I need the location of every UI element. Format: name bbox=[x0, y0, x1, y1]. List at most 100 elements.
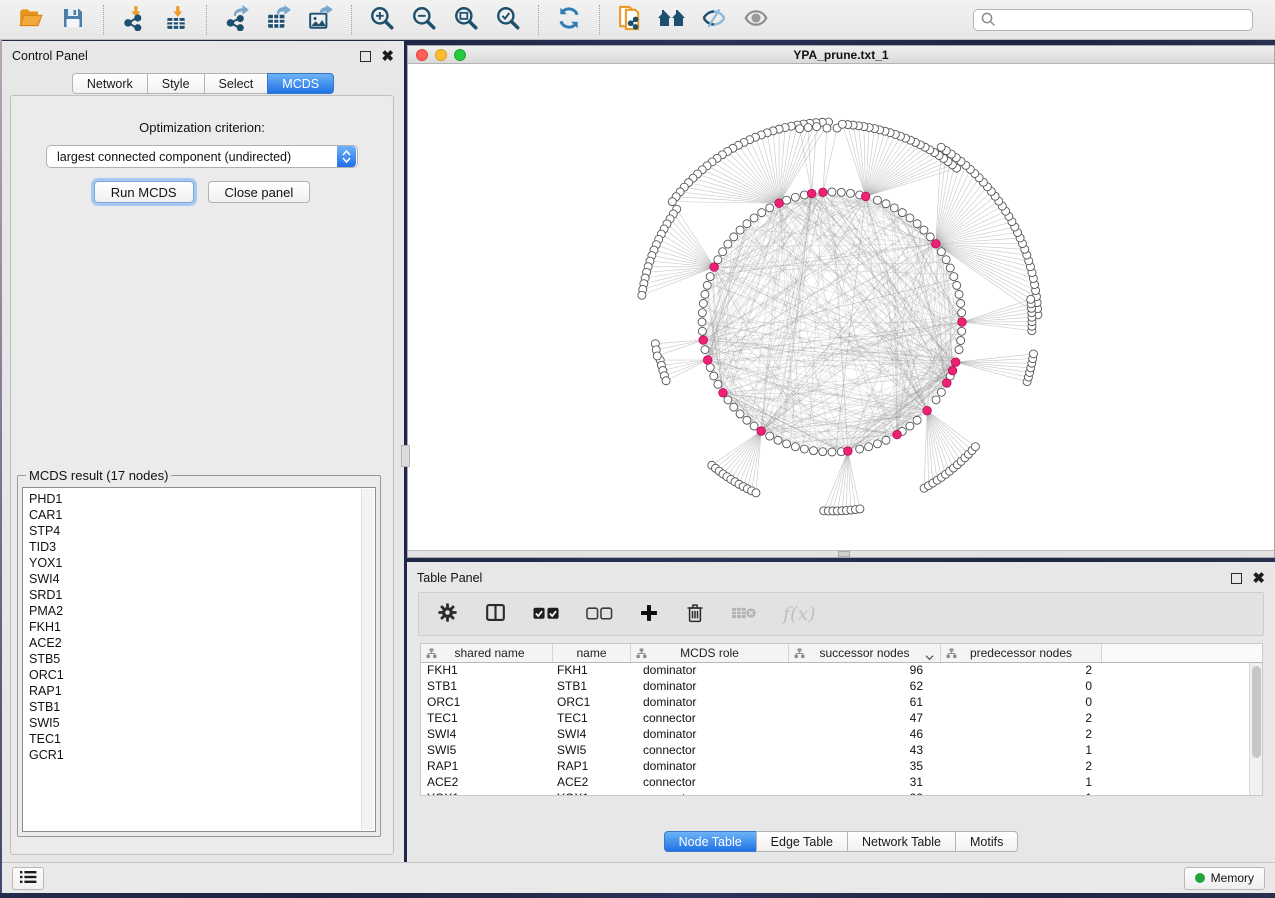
first-neighbors-button[interactable] bbox=[656, 4, 688, 36]
mcds-result-node[interactable]: SWI5 bbox=[29, 715, 375, 731]
table-cell[interactable]: 1 bbox=[941, 775, 1102, 791]
table-cell[interactable]: dominator bbox=[631, 695, 789, 711]
table-cell[interactable]: connector bbox=[631, 743, 789, 759]
mcds-result-node[interactable]: STB1 bbox=[29, 699, 375, 715]
table-cell[interactable]: FKH1 bbox=[553, 663, 631, 679]
save-button[interactable] bbox=[57, 4, 89, 36]
mcds-result-node[interactable]: ACE2 bbox=[29, 635, 375, 651]
vertical-splitter-grip[interactable] bbox=[401, 445, 410, 467]
hide-selected-button[interactable] bbox=[698, 4, 730, 36]
table-row[interactable]: SWI4SWI4dominator462 bbox=[421, 727, 1262, 743]
function-builder-button[interactable]: f(x) bbox=[783, 603, 816, 625]
table-cell[interactable]: SWI5 bbox=[421, 743, 553, 759]
table-cell[interactable]: TEC1 bbox=[421, 711, 553, 727]
table-row[interactable]: ACE2ACE2connector311 bbox=[421, 775, 1262, 791]
column-header-predecessor-nodes[interactable]: predecessor nodes bbox=[941, 644, 1102, 662]
table-cell[interactable]: 46 bbox=[789, 727, 941, 743]
table-cell[interactable]: SWI5 bbox=[553, 743, 631, 759]
column-header-successor-nodes[interactable]: successor nodes bbox=[789, 644, 941, 662]
table-cell[interactable]: 2 bbox=[941, 759, 1102, 775]
table-settings-button[interactable] bbox=[437, 602, 458, 626]
task-history-button[interactable] bbox=[12, 867, 44, 890]
column-header-shared-name[interactable]: shared name bbox=[421, 644, 553, 662]
table-row[interactable]: SWI5SWI5connector431 bbox=[421, 743, 1262, 759]
mcds-result-node[interactable]: CAR1 bbox=[29, 507, 375, 523]
table-cell[interactable]: connector bbox=[631, 791, 789, 796]
mcds-result-node[interactable]: YOX1 bbox=[29, 555, 375, 571]
search-box[interactable] bbox=[973, 9, 1253, 31]
delete-column-button[interactable] bbox=[685, 602, 705, 627]
mcds-result-node[interactable]: SRD1 bbox=[29, 587, 375, 603]
table-cell[interactable]: 31 bbox=[789, 775, 941, 791]
import-table-button[interactable] bbox=[160, 4, 192, 36]
mcds-result-list[interactable]: PHD1CAR1STP4TID3YOX1SWI4SRD1PMA2FKH1ACE2… bbox=[22, 487, 376, 832]
search-input[interactable] bbox=[997, 13, 1246, 27]
zoom-out-button[interactable] bbox=[408, 4, 440, 36]
table-cell[interactable]: STB1 bbox=[553, 679, 631, 695]
export-image-button[interactable] bbox=[305, 4, 337, 36]
mcds-result-node[interactable]: SWI4 bbox=[29, 571, 375, 587]
show-columns-button[interactable] bbox=[484, 602, 507, 626]
table-row[interactable]: ORC1ORC1dominator610 bbox=[421, 695, 1262, 711]
export-web-button[interactable] bbox=[614, 4, 646, 36]
memory-button[interactable]: Memory bbox=[1184, 867, 1265, 890]
mcds-result-node[interactable]: PMA2 bbox=[29, 603, 375, 619]
run-mcds-button[interactable]: Run MCDS bbox=[94, 181, 194, 203]
column-header-name[interactable]: name bbox=[553, 644, 631, 662]
table-cell[interactable]: 61 bbox=[789, 695, 941, 711]
table-cell[interactable]: dominator bbox=[631, 679, 789, 695]
table-cell[interactable]: SWI4 bbox=[553, 727, 631, 743]
table-cell[interactable]: 2 bbox=[941, 711, 1102, 727]
export-network-button[interactable] bbox=[221, 4, 253, 36]
table-cell[interactable]: dominator bbox=[631, 663, 789, 679]
tab-network[interactable]: Network bbox=[72, 73, 148, 94]
zoom-in-button[interactable] bbox=[366, 4, 398, 36]
show-all-button[interactable] bbox=[740, 4, 772, 36]
table-cell[interactable]: ORC1 bbox=[421, 695, 553, 711]
tab-motifs[interactable]: Motifs bbox=[955, 831, 1018, 852]
table-cell[interactable]: RAP1 bbox=[553, 759, 631, 775]
tab-node-table[interactable]: Node Table bbox=[664, 831, 757, 852]
mcds-list-scrollbar[interactable] bbox=[361, 489, 374, 830]
tab-style[interactable]: Style bbox=[147, 73, 205, 94]
table-row[interactable]: STB1STB1dominator620 bbox=[421, 679, 1262, 695]
close-panel-button[interactable]: Close panel bbox=[208, 181, 311, 203]
table-cell[interactable]: FKH1 bbox=[421, 663, 553, 679]
table-cell[interactable]: ACE2 bbox=[421, 775, 553, 791]
scrollbar-thumb[interactable] bbox=[1252, 666, 1261, 758]
table-cell[interactable]: 0 bbox=[941, 679, 1102, 695]
table-cell[interactable]: 96 bbox=[789, 663, 941, 679]
table-row[interactable]: YOX1YOX1connector291 bbox=[421, 791, 1262, 796]
mcds-result-node[interactable]: RAP1 bbox=[29, 683, 375, 699]
table-cell[interactable]: 35 bbox=[789, 759, 941, 775]
deselect-all-button[interactable] bbox=[586, 606, 613, 623]
add-column-button[interactable] bbox=[639, 603, 659, 626]
horizontal-splitter-grip[interactable] bbox=[838, 551, 850, 557]
network-canvas[interactable] bbox=[408, 64, 1274, 550]
destroy-table-button[interactable] bbox=[731, 605, 757, 624]
tab-mcds[interactable]: MCDS bbox=[267, 73, 334, 94]
zoom-selected-button[interactable] bbox=[492, 4, 524, 36]
table-cell[interactable]: 1 bbox=[941, 791, 1102, 796]
mcds-result-node[interactable]: STB5 bbox=[29, 651, 375, 667]
table-vertical-scrollbar[interactable] bbox=[1249, 663, 1262, 795]
table-cell[interactable]: dominator bbox=[631, 727, 789, 743]
float-panel-icon[interactable] bbox=[360, 51, 371, 62]
import-network-button[interactable] bbox=[118, 4, 150, 36]
table-cell[interactable]: dominator bbox=[631, 759, 789, 775]
tab-edge-table[interactable]: Edge Table bbox=[756, 831, 848, 852]
float-panel-icon[interactable] bbox=[1231, 573, 1242, 584]
table-cell[interactable]: STB1 bbox=[421, 679, 553, 695]
table-cell[interactable]: 2 bbox=[941, 663, 1102, 679]
mcds-result-node[interactable]: TEC1 bbox=[29, 731, 375, 747]
table-row[interactable]: RAP1RAP1dominator352 bbox=[421, 759, 1262, 775]
table-cell[interactable]: YOX1 bbox=[553, 791, 631, 796]
table-row[interactable]: TEC1TEC1connector472 bbox=[421, 711, 1262, 727]
zoom-fit-button[interactable] bbox=[450, 4, 482, 36]
table-cell[interactable]: connector bbox=[631, 775, 789, 791]
close-panel-icon[interactable]: ✖ bbox=[1252, 573, 1265, 584]
table-cell[interactable]: ACE2 bbox=[553, 775, 631, 791]
table-row[interactable]: FKH1FKH1dominator962 bbox=[421, 663, 1262, 679]
tab-select[interactable]: Select bbox=[204, 73, 269, 94]
optimization-criterion-select[interactable]: largest connected component (undirected) bbox=[46, 145, 358, 168]
